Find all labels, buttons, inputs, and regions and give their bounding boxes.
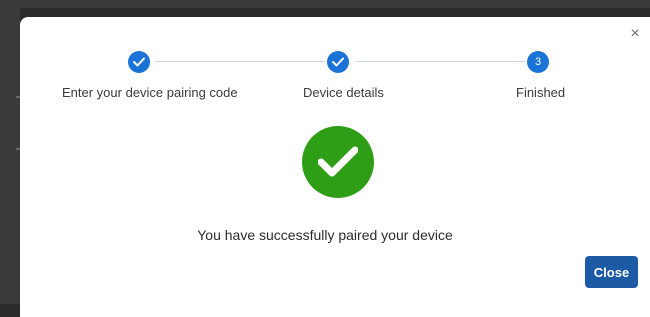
step-2-indicator bbox=[327, 51, 349, 73]
close-button[interactable]: Close bbox=[585, 256, 638, 288]
success-checkmark-icon bbox=[318, 146, 358, 177]
checkmark-icon bbox=[332, 57, 344, 67]
step-3-indicator: 3 bbox=[527, 51, 549, 73]
step-connector bbox=[355, 61, 526, 62]
checkmark-icon bbox=[133, 57, 145, 67]
background-app-bar bbox=[0, 0, 650, 8]
step-connector bbox=[155, 61, 326, 62]
step-1-label: Enter your device pairing code bbox=[62, 85, 238, 100]
success-badge bbox=[302, 126, 374, 198]
step-1-indicator bbox=[128, 51, 150, 73]
background-app-edge bbox=[0, 8, 20, 304]
step-2-label: Device details bbox=[303, 85, 384, 100]
success-message: You have successfully paired your device bbox=[197, 227, 453, 243]
close-icon[interactable]: × bbox=[627, 26, 643, 42]
step-3-label: Finished bbox=[516, 85, 566, 100]
